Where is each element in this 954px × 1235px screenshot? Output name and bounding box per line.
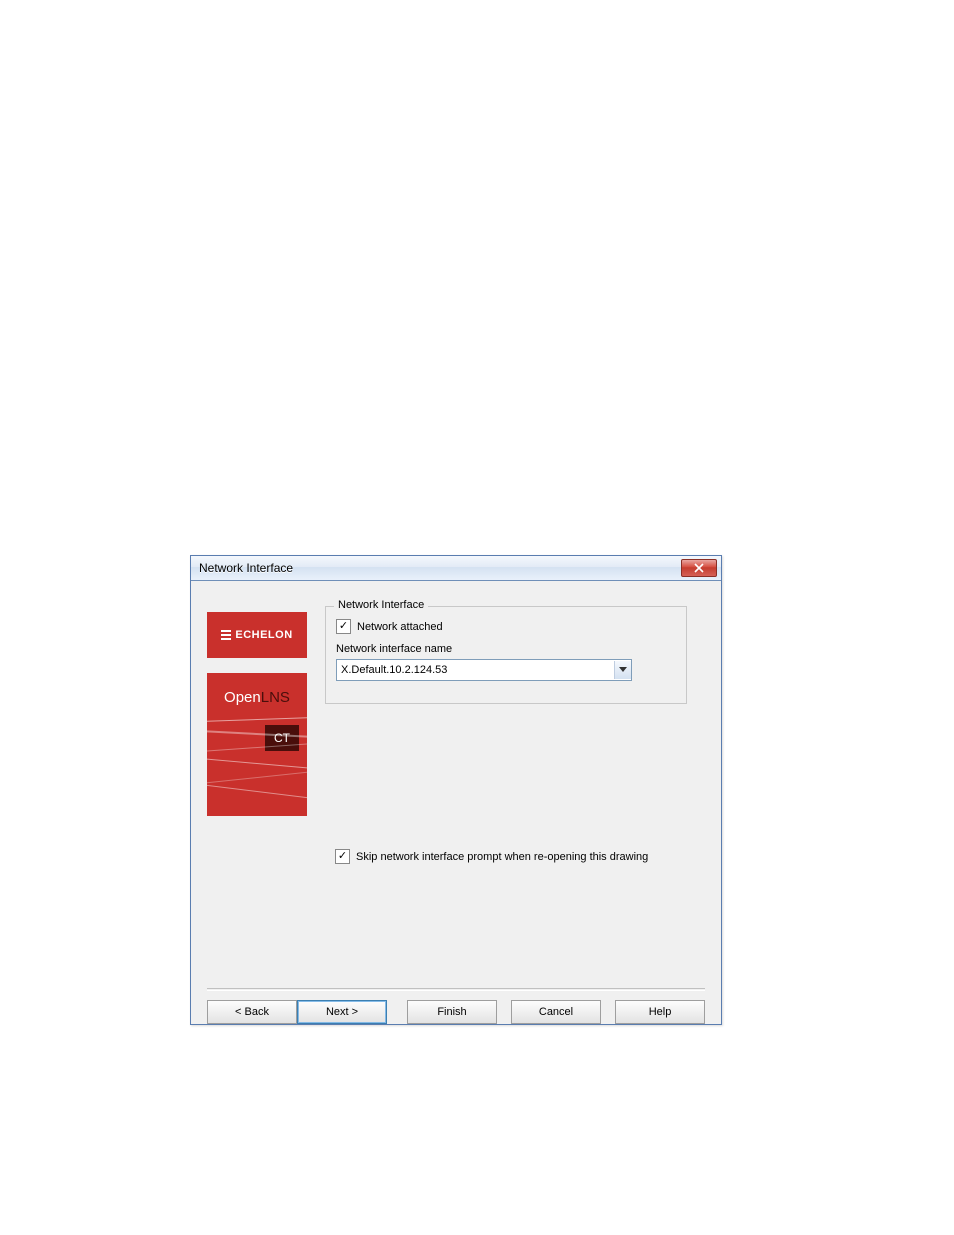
wizard-button-row: < Back Next > Finish Cancel Help [199, 1000, 705, 1024]
interface-name-value: X.Default.10.2.124.53 [337, 664, 614, 676]
network-interface-dialog: Network Interface ECHELON OpenLNS CT [190, 555, 722, 1025]
cancel-button[interactable]: Cancel [511, 1000, 601, 1024]
finish-button[interactable]: Finish [407, 1000, 497, 1024]
button-divider [207, 988, 705, 991]
brand-sidebar: ECHELON OpenLNS CT [207, 612, 307, 816]
echelon-text: ECHELON [235, 629, 292, 641]
skip-prompt-label: Skip network interface prompt when re-op… [356, 851, 648, 863]
ct-label: CT [265, 725, 299, 751]
back-button[interactable]: < Back [207, 1000, 297, 1024]
close-button[interactable] [681, 559, 717, 577]
dropdown-button[interactable] [614, 661, 631, 679]
group-legend: Network Interface [334, 599, 428, 611]
echelon-logo: ECHELON [207, 612, 307, 658]
skip-prompt-checkbox[interactable]: ✓ [335, 849, 350, 864]
help-button[interactable]: Help [615, 1000, 705, 1024]
interface-name-label: Network interface name [336, 643, 452, 655]
title-bar[interactable]: Network Interface [191, 556, 721, 581]
network-attached-label: Network attached [357, 621, 443, 633]
dialog-body: ECHELON OpenLNS CT Network Interface ✓ N… [199, 588, 713, 1016]
skip-prompt-row: ✓ Skip network interface prompt when re-… [335, 849, 648, 864]
network-interface-group: Network Interface ✓ Network attached Net… [325, 606, 687, 704]
echelon-bars-icon [221, 630, 231, 640]
network-attached-row: ✓ Network attached [336, 619, 443, 634]
openlns-label: OpenLNS [207, 689, 307, 706]
chevron-down-icon [619, 667, 627, 673]
close-icon [694, 563, 704, 573]
network-attached-checkbox[interactable]: ✓ [336, 619, 351, 634]
interface-name-dropdown[interactable]: X.Default.10.2.124.53 [336, 659, 632, 681]
next-button[interactable]: Next > [297, 1000, 387, 1024]
dialog-title: Network Interface [199, 561, 293, 575]
openlns-ct-panel: OpenLNS CT [207, 673, 307, 816]
